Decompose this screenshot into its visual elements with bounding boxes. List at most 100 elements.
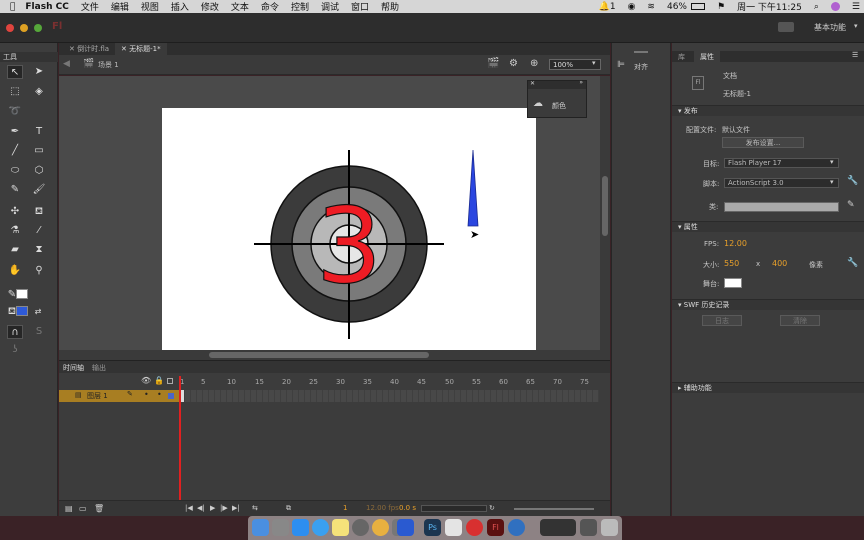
stage-color-swatch[interactable] (724, 278, 742, 288)
paint-bucket-tool-icon[interactable]: ⛾ (31, 205, 47, 219)
workspace-dropdown-icon[interactable]: ▾ (854, 22, 858, 30)
outline-icon[interactable] (167, 378, 173, 384)
target-select[interactable]: Flash Player 17 (724, 158, 839, 168)
ink-bottle-tool-icon[interactable]: ⚗ (7, 224, 23, 238)
app-store-icon[interactable] (292, 519, 309, 536)
layer-visible-dot[interactable]: • (144, 390, 149, 399)
color-panel-titlebar[interactable]: ✕» (528, 79, 586, 89)
size-wrench-icon[interactable]: 🔧 (847, 258, 858, 268)
new-layer-icon[interactable]: ▤ (65, 504, 73, 513)
swf-history-section-header[interactable]: ▾ SWF 历史记录 (672, 299, 864, 310)
stroke-color-swatch[interactable] (16, 289, 28, 299)
menu-control[interactable]: 控制 (291, 0, 309, 13)
frames-row[interactable] (179, 390, 599, 402)
frame-ruler[interactable]: 1 5 10 15 20 25 30 35 40 45 50 55 60 65 … (179, 376, 599, 388)
straighten-icon[interactable]: ʖ (7, 343, 23, 357)
photos-icon[interactable] (372, 519, 389, 536)
timeline-scrollbar[interactable] (421, 505, 487, 512)
script-settings-wrench-icon[interactable]: 🔧 (847, 176, 858, 186)
rectangle-tool-icon[interactable]: ▭ (31, 144, 47, 158)
step-back-icon[interactable]: ◀| (197, 504, 205, 512)
bone-tool-icon[interactable]: ✣ (7, 205, 23, 219)
browser-icon[interactable] (508, 519, 525, 536)
fill-color-swatch[interactable] (16, 306, 28, 316)
color-panel-label[interactable]: 颜色 (552, 101, 566, 111)
new-folder-icon[interactable]: ▭ (79, 504, 87, 513)
utilities-icon[interactable] (352, 519, 369, 536)
zoom-tool-icon[interactable]: ⚲ (31, 264, 47, 278)
close-icon[interactable]: ✕ (121, 45, 129, 53)
layer-name[interactable]: 图层 1 (87, 391, 108, 401)
battery-percent[interactable]: 46% (667, 2, 687, 12)
target-dropdown-icon[interactable]: ▾ (830, 158, 834, 166)
menu-file[interactable]: 文件 (81, 0, 99, 13)
window-close-button[interactable] (6, 24, 14, 32)
close-icon[interactable]: ✕ (69, 45, 77, 53)
eyedropper-tool-icon[interactable]: ⁄ (31, 224, 47, 238)
color-panel-icon[interactable]: ☁ (533, 98, 543, 109)
downloads-stack-icon[interactable] (580, 519, 597, 536)
onion-skin-icon[interactable]: ⧉ (286, 504, 291, 513)
flag-icon[interactable]: ⚑ (717, 2, 725, 12)
center-frame-icon[interactable]: ↻ (489, 504, 495, 512)
layer-outline-box[interactable] (168, 393, 174, 399)
window-zoom-button[interactable] (34, 24, 42, 32)
script-select[interactable]: ActionScript 3.0 (724, 178, 839, 188)
line-tool-icon[interactable]: ╱ (7, 144, 23, 158)
swf-clear-button[interactable]: 清除 (780, 315, 820, 326)
delete-layer-icon[interactable]: 🗑 (94, 504, 104, 513)
back-arrow-icon[interactable]: ◀ (63, 59, 70, 69)
snap-to-objects-icon[interactable]: ∩ (7, 325, 23, 339)
script-dropdown-icon[interactable]: ▾ (830, 178, 834, 186)
center-stage-icon[interactable]: ⊕ (530, 58, 538, 69)
accessibility-section-header[interactable]: ▸ 辅助功能 (672, 382, 864, 393)
notification-icon[interactable]: 🔔1 (599, 2, 616, 12)
publish-section-header[interactable]: ▾ 发布 (672, 105, 864, 116)
flash-icon[interactable]: Fl (487, 519, 504, 536)
layer-row[interactable]: ▤ 图层 1 ✎ • • (59, 390, 179, 402)
menu-view[interactable]: 视图 (141, 0, 159, 13)
qq-icon[interactable] (445, 519, 462, 536)
tab-timeline[interactable]: 时间轴 (63, 363, 84, 373)
sync-icon[interactable]: ◉ (628, 2, 636, 12)
menu-insert[interactable]: 插入 (171, 0, 189, 13)
oval-tool-icon[interactable]: ⬭ (7, 164, 23, 178)
class-edit-pencil-icon[interactable]: ✎ (847, 200, 855, 210)
stage-width-value[interactable]: 550 (724, 259, 739, 268)
photoshop-icon[interactable]: Ps (424, 519, 441, 536)
polystar-tool-icon[interactable]: ⬡ (31, 164, 47, 178)
trash-icon[interactable] (601, 519, 618, 536)
selection-tool-icon[interactable]: ↖ (7, 65, 23, 79)
show-hide-icon[interactable]: 👁 (141, 376, 151, 385)
app-menu[interactable]: Flash CC (25, 2, 68, 12)
sync-settings-icon[interactable] (778, 22, 794, 32)
tab-properties[interactable]: 属性 (694, 51, 720, 62)
3d-rotation-tool-icon[interactable]: ◈ (31, 85, 47, 99)
frame-zoom-slider[interactable] (514, 508, 594, 510)
width-tool-icon[interactable]: ⧗ (31, 243, 47, 257)
menu-help[interactable]: 帮助 (381, 0, 399, 13)
publish-settings-button[interactable]: 发布设置... (722, 137, 804, 148)
pen-tool-icon[interactable]: ✒ (7, 125, 23, 139)
scene-breadcrumb[interactable]: 场景 1 (98, 60, 119, 70)
wifi-icon[interactable]: ≋ (647, 2, 655, 12)
pencil-tool-icon[interactable]: ✎ (7, 183, 23, 197)
zoom-dropdown-icon[interactable]: ▾ (592, 59, 596, 67)
go-first-frame-icon[interactable]: |◀ (185, 504, 193, 512)
subselection-tool-icon[interactable]: ➤ (31, 65, 47, 79)
finder-icon[interactable] (252, 519, 269, 536)
edit-scene-icon[interactable]: 🎬 (487, 58, 499, 69)
close-icon[interactable]: ✕ (530, 80, 535, 87)
launchpad-icon[interactable] (272, 519, 289, 536)
countdown-graphic[interactable]: 3 (162, 108, 536, 350)
wps-office-icon[interactable] (397, 519, 414, 536)
clock[interactable]: 周一 下午11:25 (737, 0, 802, 13)
safari-icon[interactable] (312, 519, 329, 536)
smooth-icon[interactable]: S (31, 325, 47, 339)
swap-colors-icon[interactable]: ⇄ (30, 305, 46, 319)
collapse-icon[interactable]: » (579, 79, 583, 86)
align-icon[interactable]: ⊫ (617, 60, 625, 70)
menu-window[interactable]: 窗口 (351, 0, 369, 13)
swf-log-button[interactable]: 日志 (702, 315, 742, 326)
tab-output[interactable]: 输出 (92, 363, 106, 373)
